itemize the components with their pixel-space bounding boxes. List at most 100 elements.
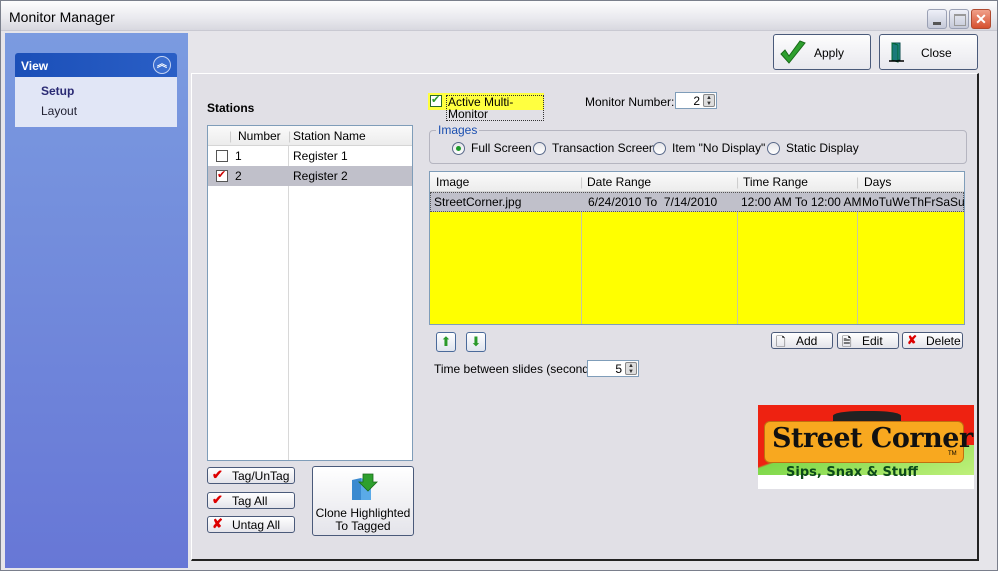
image-filename: StreetCorner.jpg [434,195,522,209]
maximize-icon[interactable] [949,9,969,29]
door-exit-icon [889,42,904,63]
column-header-image[interactable]: Image [436,175,469,189]
stations-grid: | Number | Station Name 1 Register 1 2 R… [207,125,413,461]
active-multi-monitor-checkbox[interactable]: Active Multi-Monitor [428,93,544,121]
edit-button[interactable]: 🗎 Edit [837,332,899,349]
spinner-arrows-icon[interactable]: ▲ ▼ [625,362,637,375]
add-label: Add [796,334,818,348]
time-between-slides-spinner[interactable]: 5 ▲ ▼ [587,360,639,377]
header-divider: | [580,175,584,189]
column-header-date-range[interactable]: Date Range [587,175,651,189]
move-up-button[interactable]: ⬆ [436,332,456,352]
double-chevron-up-icon[interactable]: ︽ [153,56,171,74]
radio-label: Transaction Screen [552,141,656,155]
monitor-number-label: Monitor Number: [585,95,675,109]
column-header-days[interactable]: Days [864,175,891,189]
view-panel-body: Setup Layout [15,77,177,127]
images-grid: Image | Date Range | Time Range | Days S… [429,171,965,325]
column-header-time-range[interactable]: Time Range [743,175,808,189]
tag-untag-label: Tag/UnTag [232,469,290,483]
view-panel-header[interactable]: View ︽ [15,53,177,77]
red-x-delete-icon: ✘ [907,333,918,347]
stations-heading: Stations [207,101,255,115]
sidebar-item-setup[interactable]: Setup [41,84,177,104]
table-row[interactable]: StreetCorner.jpg 6/24/2010 To 7/14/2010 … [430,192,965,212]
radio-label: Static Display [786,141,859,155]
sidebar: View ︽ Setup Layout [5,33,188,568]
image-preview: Street Corner TM Sips, Snax & Stuff [758,405,974,489]
logo-tagline: Sips, Snax & Stuff [786,465,918,480]
radio-label: Full Screen [471,141,532,155]
radio-dot[interactable] [452,142,465,155]
close-label: Close [921,46,952,60]
add-button[interactable]: 🗋 Add [771,332,833,349]
radio-dot[interactable] [653,142,666,155]
days: MoTuWeThFrSaSu [862,195,965,209]
column-divider [288,146,289,460]
header-divider: | [856,175,860,189]
delete-button[interactable]: ✘ Delete [902,332,963,349]
logo-title: Street Corner [772,423,973,454]
tag-all-label: Tag All [232,494,268,508]
monitor-manager-window: Monitor Manager ✕ View ︽ Setup Layout Ap… [0,0,998,571]
move-down-button[interactable]: ⬇ [466,332,486,352]
delete-label: Delete [926,334,961,348]
window-title: Monitor Manager [9,9,115,25]
clone-label-line2: To Tagged [335,519,391,533]
station-name: Register 2 [293,169,348,183]
column-header-number[interactable]: Number [238,129,281,143]
time-range: 12:00 AM To 12:00 AM [741,195,862,209]
station-checkbox[interactable] [216,150,228,162]
logo-trademark: TM [948,451,957,457]
setup-content: Stations | Number | Station Name 1 Regis… [191,73,979,561]
column-header-station-name[interactable]: Station Name [293,129,366,143]
table-row[interactable]: 1 Register 1 [208,146,412,166]
station-number: 1 [235,149,242,163]
header-divider: | [288,129,292,143]
images-grid-header: Image | Date Range | Time Range | Days [430,172,964,192]
view-panel: View ︽ Setup Layout [15,53,177,127]
apply-label: Apply [814,46,845,60]
images-group-label: Images [436,123,480,137]
clone-highlighted-button[interactable]: Clone Highlighted To Tagged [312,466,414,536]
edit-label: Edit [862,334,883,348]
station-number: 2 [235,169,242,183]
sidebar-item-layout[interactable]: Layout [41,104,177,124]
radio-dot[interactable] [767,142,780,155]
red-check-icon: ✔ [212,467,223,482]
table-row[interactable]: 2 Register 2 [208,166,412,186]
red-x-untag-icon: ✘ [212,516,223,531]
monitor-number-value: 2 [693,94,700,108]
station-checkbox[interactable] [216,168,228,182]
multi-monitor-check[interactable] [430,93,442,107]
view-panel-title: View [21,59,49,73]
untag-all-button[interactable]: ✘ Untag All [207,516,295,533]
stations-grid-header: | Number | Station Name [208,126,412,146]
new-page-icon: 🗋 [776,335,786,349]
green-checkmark-icon [780,40,806,64]
close-button[interactable]: Close [879,34,978,70]
close-x-icon[interactable]: ✕ [971,9,991,29]
header-divider: | [736,175,740,189]
tag-untag-button[interactable]: ✔ Tag/UnTag [207,467,295,484]
station-name: Register 1 [293,149,348,163]
edit-page-icon: 🗎 [842,335,852,349]
radio-dot[interactable] [533,142,546,155]
toolbar: Apply Close [189,33,995,73]
apply-button[interactable]: Apply [773,34,871,70]
spinner-arrows-icon[interactable]: ▲ ▼ [703,94,715,107]
minimize-icon[interactable] [927,9,947,29]
images-group: Images Full Screen Transaction Screen It… [429,123,967,164]
date-range: 6/24/2010 To 7/14/2010 [588,195,718,209]
header-divider: | [229,129,233,143]
title-bar: Monitor Manager ✕ [1,1,997,31]
monitor-number-spinner[interactable]: 2 ▲ ▼ [675,92,717,109]
active-multi-monitor-label: Active Multi-Monitor [446,95,544,121]
tag-all-button[interactable]: ✔ Tag All [207,492,295,509]
time-between-slides-value: 5 [615,362,622,376]
radio-label: Item "No Display" [672,141,766,155]
green-arrow-down-icon: ⬇ [470,334,482,349]
untag-all-label: Untag All [232,518,281,532]
red-check-all-icon: ✔ [212,492,223,507]
green-arrow-up-icon: ⬆ [440,334,452,349]
